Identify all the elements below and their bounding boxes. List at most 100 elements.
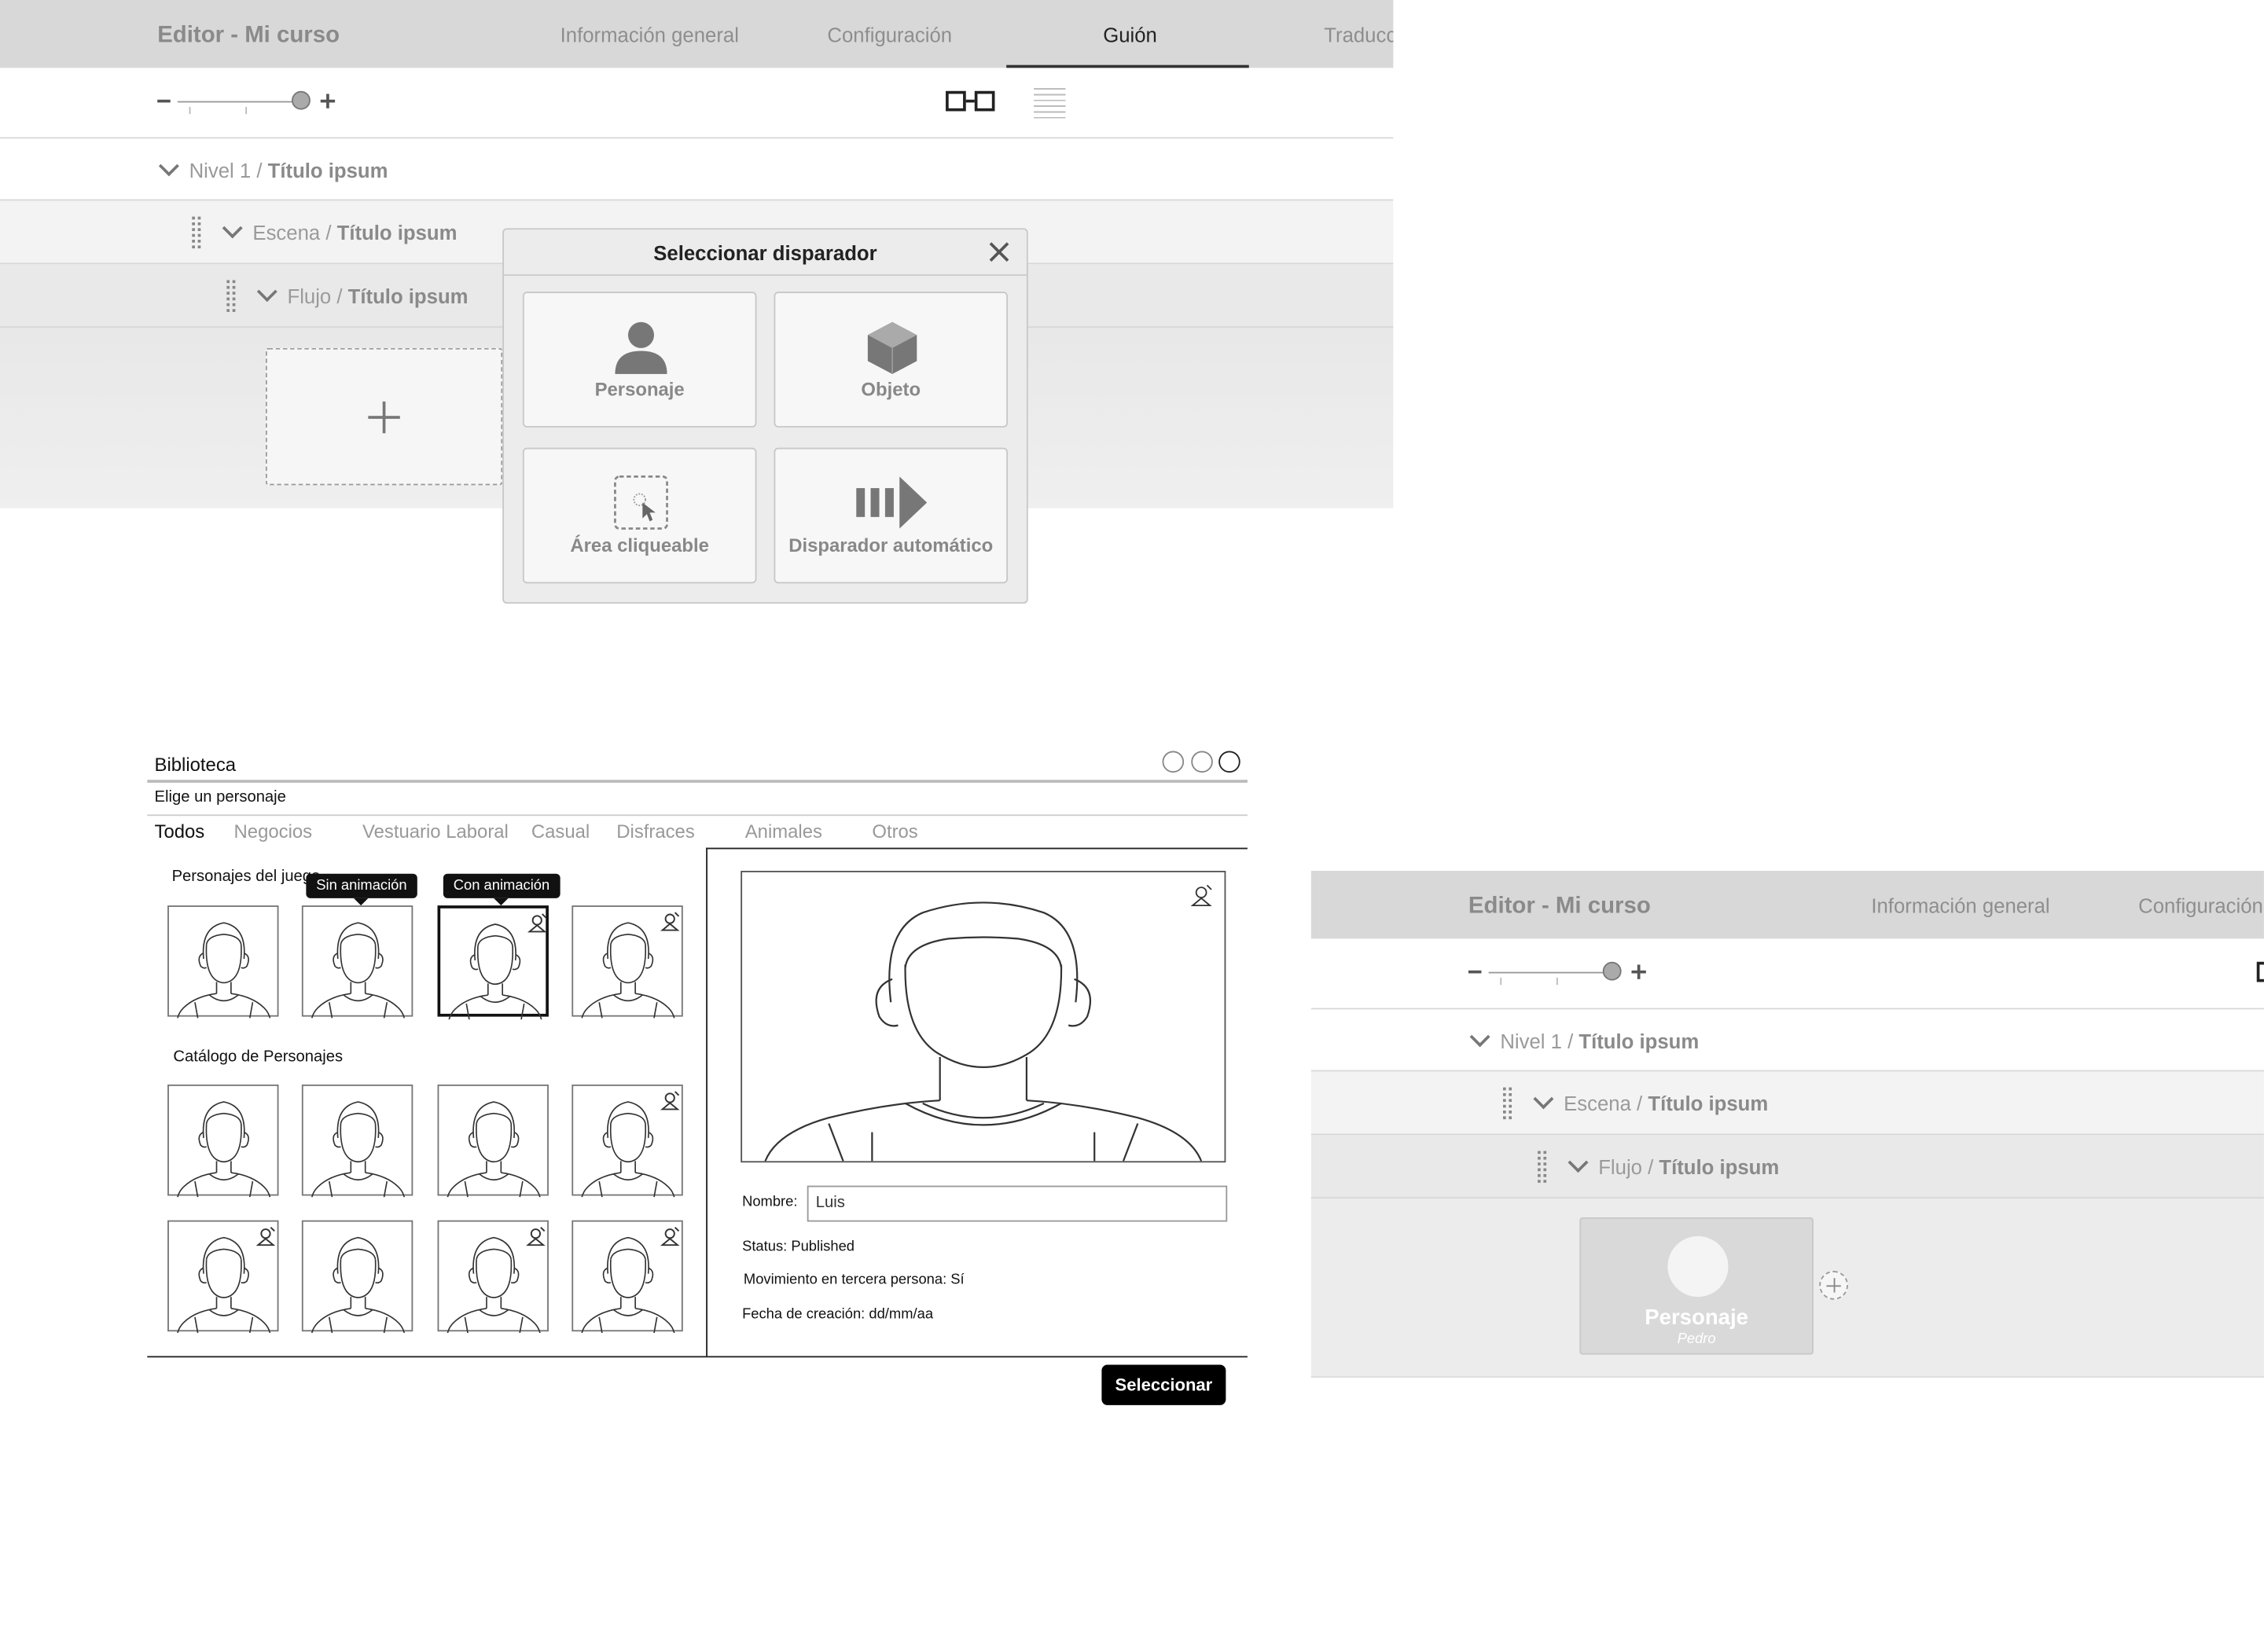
character-thumbnail[interactable] (301, 1220, 413, 1334)
character-thumbnail-image (311, 922, 406, 1019)
character-thumbnail[interactable] (572, 1084, 683, 1198)
app-title: Editor - Mi curso (157, 23, 340, 48)
tab-guion[interactable]: Guión (1103, 23, 1157, 46)
drag-handle-icon[interactable] (1538, 1151, 1547, 1183)
flujo-prefix: Flujo / (1598, 1155, 1659, 1179)
tree-row-nivel[interactable]: Nivel 1 / Título ipsum (0, 138, 1394, 201)
flujo-title: Título ipsum (1659, 1155, 1780, 1179)
option-label: Área cliqueable (570, 534, 709, 556)
character-thumbnail[interactable] (301, 905, 413, 1019)
option-label: Objeto (861, 378, 921, 400)
close-icon[interactable] (989, 241, 1009, 262)
card-character-name: Pedro (1677, 1331, 1716, 1348)
app-title: Editor - Mi curso (1468, 894, 1651, 919)
chevron-down-icon[interactable] (1568, 1152, 1589, 1173)
trigger-option-objeto[interactable]: Objeto (774, 292, 1009, 428)
tree-row-escena[interactable]: Escena / Título ipsum (1310, 1071, 2264, 1136)
card-label: Personaje (1645, 1305, 1748, 1331)
character-thumbnail-image (311, 1236, 406, 1334)
escena-title: Título ipsum (336, 221, 458, 244)
character-thumbnail[interactable] (572, 1220, 683, 1334)
library-tab-todos[interactable]: Todos (155, 820, 205, 843)
library-tab-negocios[interactable]: Negocios (234, 820, 313, 843)
chevron-down-icon[interactable] (256, 281, 277, 303)
character-thumbnail[interactable] (167, 1220, 279, 1334)
character-thumbnail[interactable] (437, 905, 549, 1020)
window-control-close[interactable] (1218, 751, 1240, 773)
character-thumbnail-image (177, 1101, 271, 1198)
library-subtitle: Elige un personaje (154, 788, 286, 806)
tab-informacion-general[interactable]: Información general (560, 23, 739, 46)
tab-informacion-general[interactable]: Información general (1871, 894, 2049, 916)
name-label: Nombre: (742, 1194, 798, 1210)
creation-date-text: Fecha de creación: dd/mm/aa (742, 1306, 934, 1323)
animation-badge-icon (660, 1226, 680, 1246)
movement-text: Movimiento en tercera persona: Sí (743, 1272, 965, 1289)
select-button[interactable]: Seleccionar (1101, 1364, 1226, 1405)
library-tab-casual[interactable]: Casual (531, 820, 590, 843)
character-thumbnail-image (177, 922, 271, 1019)
cube-icon (867, 321, 917, 374)
tree-row-flujo[interactable]: Flujo / Título ipsum (1310, 1135, 2264, 1199)
trigger-option-disparador-automatico[interactable]: Disparador automático (774, 447, 1009, 584)
window-control-maximize[interactable] (1191, 751, 1213, 773)
trigger-modal: Seleccionar disparador Personaje Objeto (502, 228, 1028, 604)
character-thumbnail[interactable] (167, 1084, 279, 1198)
drag-handle-icon[interactable] (226, 280, 236, 312)
tab-traduccion[interactable]: Traducción (1324, 23, 1393, 46)
drag-handle-icon[interactable] (1503, 1087, 1512, 1120)
animation-badge-icon (660, 912, 680, 931)
character-thumbnail[interactable] (167, 905, 279, 1019)
name-field[interactable]: Luis (807, 1185, 1228, 1222)
flujo-title: Título ipsum (347, 284, 469, 308)
character-preview (741, 871, 1226, 1163)
character-thumbnail[interactable] (437, 1084, 549, 1198)
library-tab-vestuario-laboral[interactable]: Vestuario Laboral (362, 820, 509, 843)
animation-badge-icon (660, 1091, 680, 1111)
tooltip-sin-animacion: Sin animación (306, 873, 417, 906)
nivel-prefix: Nivel 1 / (189, 159, 268, 182)
add-trigger-button[interactable] (265, 347, 503, 486)
library-tab-otros[interactable]: Otros (872, 820, 917, 843)
chevron-down-icon[interactable] (222, 218, 243, 239)
window-control-minimize[interactable] (1162, 751, 1185, 773)
section-character-catalog: Catálogo de Personajes (173, 1048, 344, 1066)
avatar (1667, 1235, 1729, 1298)
library-tab-animales[interactable]: Animales (745, 820, 822, 843)
editor-panel-result: Editor - Mi curso Información general Co… (1310, 871, 2264, 1378)
auto-trigger-icon (856, 476, 928, 529)
chevron-down-icon[interactable] (158, 156, 179, 177)
animation-badge-icon (1190, 884, 1212, 907)
escena-title: Título ipsum (1648, 1092, 1769, 1115)
library-tab-disfraces[interactable]: Disfraces (616, 820, 695, 843)
trigger-option-area-cliqueable[interactable]: Área cliqueable (522, 447, 757, 584)
animation-badge-icon (526, 1226, 546, 1246)
chevron-down-icon[interactable] (1469, 1026, 1490, 1048)
tree-row-nivel[interactable]: Nivel 1 / Título ipsum (1310, 1009, 2264, 1072)
library-title: Biblioteca (154, 754, 237, 776)
editor-header: Editor - Mi curso Información general Co… (0, 0, 1394, 68)
nivel-prefix: Nivel 1 / (1500, 1030, 1579, 1053)
person-icon (615, 321, 667, 374)
character-thumbnail-image (311, 1101, 406, 1198)
character-thumbnail[interactable] (301, 1084, 413, 1198)
character-trigger-card[interactable]: Personaje Pedro (1579, 1217, 1814, 1355)
character-thumbnail[interactable] (437, 1220, 549, 1334)
add-step-icon[interactable] (1819, 1271, 1848, 1300)
escena-prefix: Escena / (1564, 1092, 1648, 1115)
nivel-title: Título ipsum (1579, 1030, 1700, 1053)
status-text: Status: Published (742, 1239, 855, 1255)
character-thumbnail[interactable] (572, 905, 683, 1019)
chevron-down-icon[interactable] (1533, 1088, 1554, 1110)
drag-handle-icon[interactable] (192, 216, 201, 249)
tab-configuracion[interactable]: Configuración (827, 23, 952, 46)
animation-badge-icon (527, 913, 547, 933)
animation-badge-icon (255, 1226, 276, 1246)
trigger-option-personaje[interactable]: Personaje (522, 292, 757, 428)
modal-title: Seleccionar disparador (653, 240, 877, 265)
option-label: Disparador automático (788, 534, 994, 556)
escena-prefix: Escena / (252, 221, 337, 244)
toolbar-divider (0, 68, 1394, 139)
tab-configuracion[interactable]: Configuración (2138, 894, 2263, 916)
plus-icon (368, 401, 400, 434)
